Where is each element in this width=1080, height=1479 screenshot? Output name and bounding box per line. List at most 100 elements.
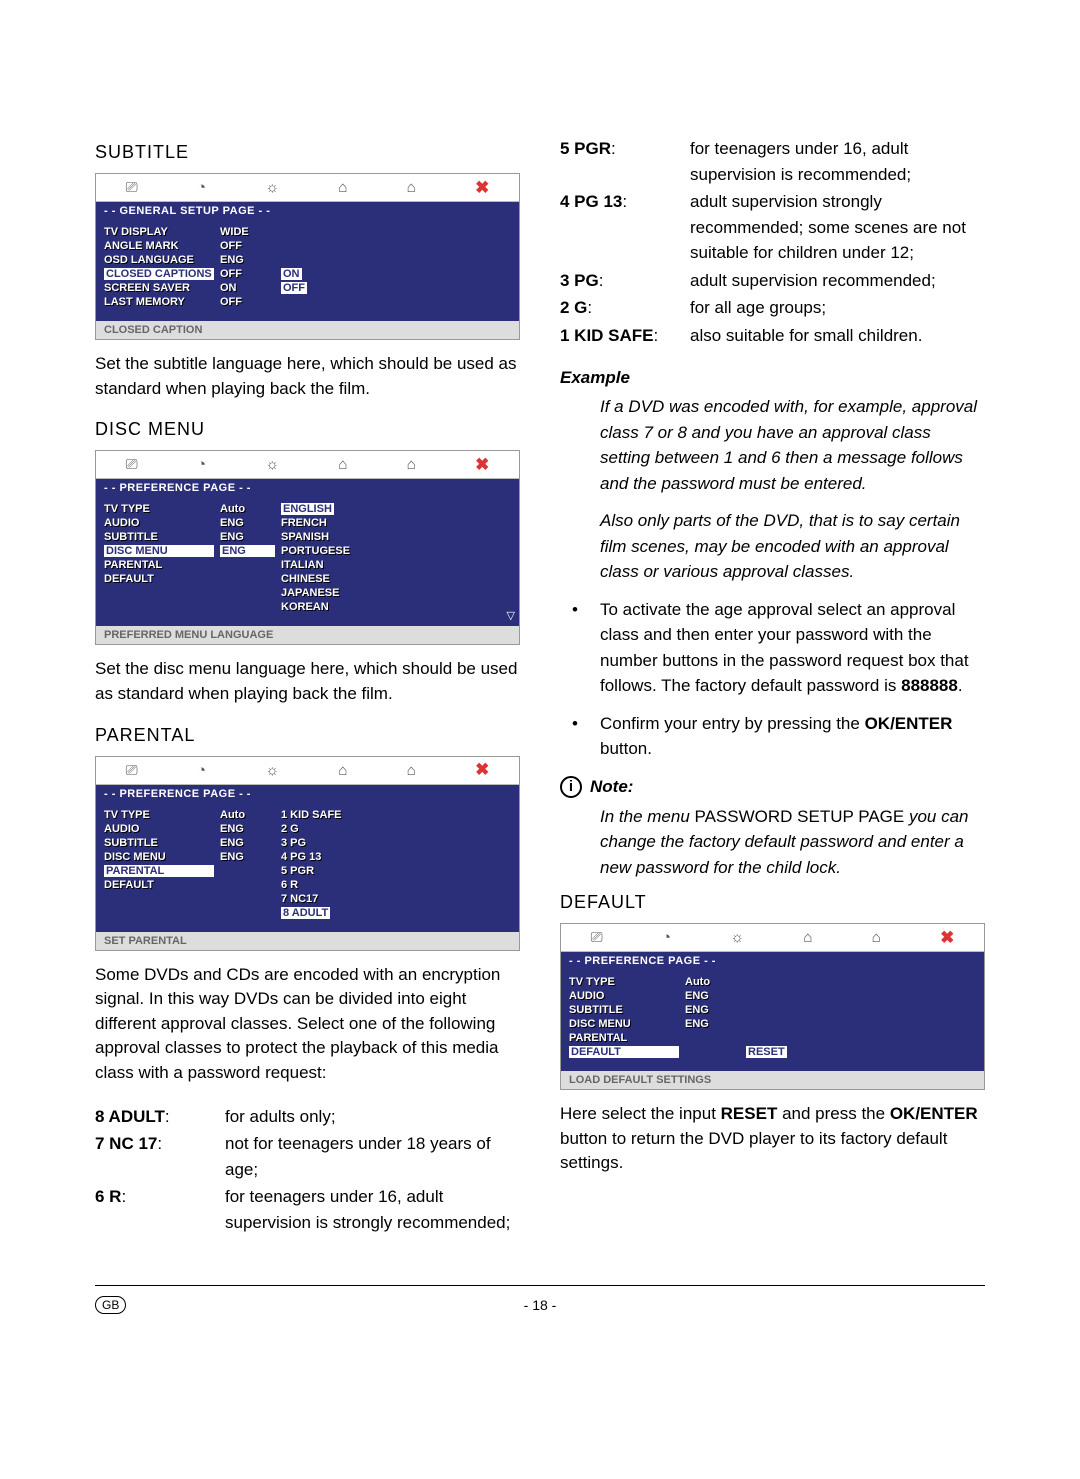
osd-icon: ☼ [265, 179, 279, 196]
osd-icon: ◔ [197, 762, 206, 779]
osd-icon: ⎚ [126, 179, 138, 196]
ok-enter-label: OK/ENTER [890, 1104, 978, 1123]
default-heading: DEFAULT [560, 892, 985, 913]
osd-row: DISC MENUENGPORTUGESE [104, 544, 511, 558]
rating-key: 8 ADULT: [95, 1104, 225, 1130]
osd-row: CLOSED CAPTIONSOFFON [104, 267, 511, 281]
osd-title: - - PREFERENCE PAGE - - [96, 785, 519, 803]
info-icon: i [560, 776, 582, 798]
osd-row: 8 ADULT [104, 906, 511, 920]
rating-key: 6 R: [95, 1184, 225, 1235]
osd-icon: ◔ [197, 179, 206, 196]
bullet-text: Confirm your entry by pressing the [600, 714, 865, 733]
rating-key: 5 PGR: [560, 136, 690, 187]
subtitle-osd-panel: ⎚ ◔ ☼ ⌂ ⌂ ✖ - - GENERAL SETUP PAGE - - T… [95, 173, 520, 340]
osd-icon: ⎚ [126, 762, 138, 779]
osd-row: DEFAULT6 R [104, 878, 511, 892]
osd-icon: ⌂ [803, 929, 812, 946]
osd-row: SUBTITLEENGSPANISH [104, 530, 511, 544]
osd-row: DEFAULTCHINESE [104, 572, 511, 586]
instruction-bullets: To activate the age approval select an a… [560, 597, 985, 762]
bullet-item: To activate the age approval select an a… [560, 597, 985, 699]
rating-desc: adult supervision recommended; [690, 268, 985, 294]
note-text-part: In the menu [600, 807, 695, 826]
osd-menu: TV TYPEAutoENGLISHAUDIOENGFRENCHSUBTITLE… [96, 497, 519, 626]
osd-row: ANGLE MARKOFF [104, 239, 511, 253]
rating-desc: adult supervision strongly recommended; … [690, 189, 985, 266]
ok-enter-label: OK/ENTER [865, 714, 953, 733]
osd-row: SUBTITLEENG3 PG [104, 836, 511, 850]
osd-row: KOREAN [104, 600, 511, 614]
note-text: In the menu PASSWORD SETUP PAGE you can … [600, 804, 985, 881]
rating-desc: for teenagers under 16, adult supervisio… [690, 136, 985, 187]
bullet-text: . [958, 676, 963, 695]
ratings-list-left: 8 ADULT:for adults only;7 NC 17:not for … [95, 1104, 520, 1236]
osd-icon: ⌂ [407, 179, 416, 196]
default-password: 888888 [901, 676, 958, 695]
note-label: Note: [590, 777, 633, 797]
page-footer: GB - 18 - GB [95, 1285, 985, 1314]
reset-label: RESET [721, 1104, 778, 1123]
osd-icon: ⎚ [591, 929, 603, 946]
osd-iconbar: ⎚ ◔ ☼ ⌂ ⌂ ✖ [561, 924, 984, 952]
text-part: Here select the input [560, 1104, 721, 1123]
osd-menu: TV TYPEAuto1 KID SAFEAUDIOENG2 GSUBTITLE… [96, 803, 519, 932]
rating-key: 4 PG 13: [560, 189, 690, 266]
bullet-text: button. [600, 739, 652, 758]
osd-row: 7 NC17 [104, 892, 511, 906]
osd-icon: ⌂ [407, 762, 416, 779]
example-text-1: If a DVD was encoded with, for example, … [600, 394, 985, 496]
osd-row: TV DISPLAYWIDE [104, 225, 511, 239]
osd-status: SET PARENTAL [96, 932, 519, 950]
osd-row: DEFAULTRESET [569, 1045, 976, 1059]
osd-menu: TV DISPLAYWIDEANGLE MARKOFFOSD LANGUAGEE… [96, 220, 519, 321]
example-heading: Example [560, 368, 985, 388]
osd-icon: ⌂ [872, 929, 881, 946]
osd-icon: ⌂ [338, 179, 347, 196]
default-osd-panel: ⎚ ◔ ☼ ⌂ ⌂ ✖ - - PREFERENCE PAGE - - TV T… [560, 923, 985, 1090]
osd-icon: ⌂ [407, 456, 416, 473]
close-icon: ✖ [475, 760, 489, 780]
close-icon: ✖ [475, 455, 489, 475]
subtitle-heading: SUBTITLE [95, 142, 520, 163]
osd-title: - - PREFERENCE PAGE - - [96, 479, 519, 497]
osd-status: LOAD DEFAULT SETTINGS [561, 1071, 984, 1089]
ratings-list-right: 5 PGR:for teenagers under 16, adult supe… [560, 136, 985, 348]
rating-desc: also suitable for small children. [690, 323, 985, 349]
rating-desc: for teenagers under 16, adult supervisio… [225, 1184, 520, 1235]
rating-key: 7 NC 17: [95, 1131, 225, 1182]
osd-icon: ◔ [662, 929, 671, 946]
osd-icon: ◔ [197, 456, 206, 473]
osd-iconbar: ⎚ ◔ ☼ ⌂ ⌂ ✖ [96, 451, 519, 479]
osd-row: AUDIOENGFRENCH [104, 516, 511, 530]
osd-status: CLOSED CAPTION [96, 321, 519, 339]
osd-title: - - PREFERENCE PAGE - - [561, 952, 984, 970]
example-text-2: Also only parts of the DVD, that is to s… [600, 508, 985, 585]
osd-status: PREFERRED MENU LANGUAGE [96, 626, 519, 644]
osd-iconbar: ⎚ ◔ ☼ ⌂ ⌂ ✖ [96, 174, 519, 202]
default-description: Here select the input RESET and press th… [560, 1102, 985, 1176]
osd-row: OSD LANGUAGEENG [104, 253, 511, 267]
close-icon: ✖ [475, 178, 489, 198]
page-number: - 18 - [524, 1297, 557, 1313]
rating-key: 2 G: [560, 295, 690, 321]
osd-menu: TV TYPEAutoAUDIOENGSUBTITLEENGDISC MENUE… [561, 970, 984, 1071]
text-part: button to return the DVD player to its f… [560, 1129, 947, 1173]
osd-row: DISC MENUENG4 PG 13 [104, 850, 511, 864]
discmenu-description: Set the disc menu language here, which s… [95, 657, 520, 706]
rating-desc: for adults only; [225, 1104, 520, 1130]
osd-icon: ⌂ [338, 456, 347, 473]
left-column: SUBTITLE ⎚ ◔ ☼ ⌂ ⌂ ✖ - - GENERAL SETUP P… [95, 130, 520, 1235]
rating-key: 3 PG: [560, 268, 690, 294]
osd-icon: ⌂ [338, 762, 347, 779]
discmenu-osd-panel: ⎚ ◔ ☼ ⌂ ⌂ ✖ - - PREFERENCE PAGE - - TV T… [95, 450, 520, 645]
osd-icon: ☼ [265, 456, 279, 473]
parental-description: Some DVDs and CDs are encoded with an en… [95, 963, 520, 1086]
osd-row: TV TYPEAuto [569, 975, 976, 989]
note-heading: i Note: [560, 776, 985, 798]
password-setup-page-label: PASSWORD SETUP PAGE [695, 807, 905, 826]
osd-row: AUDIOENG2 G [104, 822, 511, 836]
close-icon: ✖ [940, 928, 954, 948]
subtitle-description: Set the subtitle language here, which sh… [95, 352, 520, 401]
osd-row: TV TYPEAuto1 KID SAFE [104, 808, 511, 822]
